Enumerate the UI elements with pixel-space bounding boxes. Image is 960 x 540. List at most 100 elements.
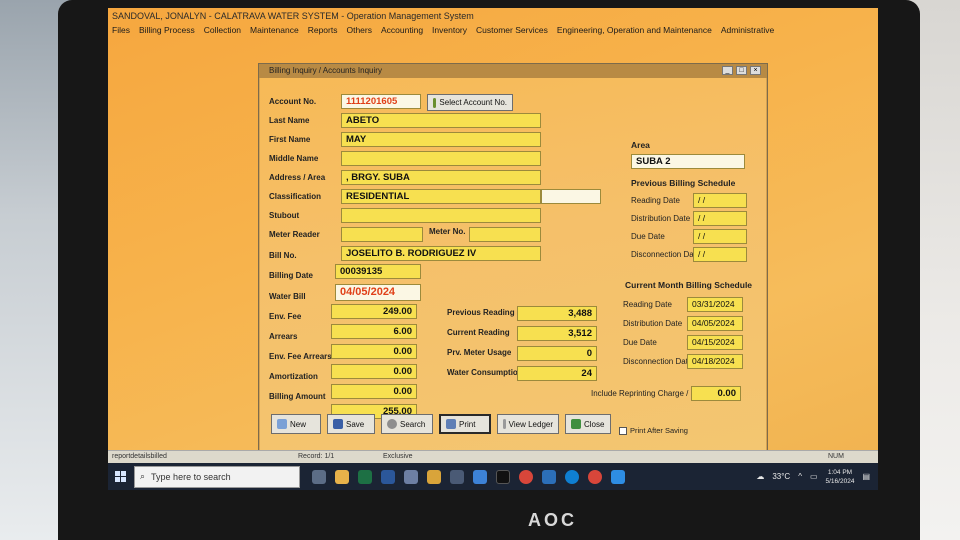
env-fee-arrears-field[interactable]: 0.00 [331,364,417,379]
monitor-logo: AOC [528,510,577,530]
prev-disconnection-date-field[interactable]: / / [693,247,747,262]
menu-reports[interactable]: Reports [308,25,338,41]
search-button[interactable]: Search [381,414,433,434]
previous-reading-field[interactable]: 3,488 [517,306,597,321]
menu-accounting[interactable]: Accounting [381,25,423,41]
clock[interactable]: 1:04 PM 5/16/2024 [826,468,855,486]
env-fee-label: Env. Fee [269,312,302,321]
prev-reading-date-field[interactable]: / / [693,193,747,208]
close-button[interactable]: Close [565,414,611,434]
cur-due-date-field[interactable]: 04/15/2024 [687,335,743,350]
view-ledger-button[interactable]: View Ledger [497,414,559,434]
cur-disconnection-date-field[interactable]: 04/18/2024 [687,354,743,369]
bill-no-field[interactable]: 00039135 [335,264,421,279]
last-name-field[interactable]: ABETO [341,113,541,128]
include-reprinting-label: Include Reprinting Charge / Fee [591,389,705,398]
current-schedule-heading: Current Month Billing Schedule [625,280,753,290]
menu-customer-services[interactable]: Customer Services [476,25,548,41]
folder-icon[interactable] [427,469,441,484]
save-button[interactable]: Save [327,414,375,434]
env-fee-field[interactable]: 6.00 [331,324,417,339]
app-blue-icon[interactable] [542,469,556,484]
prev-disconnection-date-label: Disconnection Date [631,250,701,259]
menu-files[interactable]: Files [112,25,130,41]
address-field[interactable]: , BRGY. SUBA [341,170,541,185]
start-button[interactable] [108,463,132,490]
edge-icon[interactable] [565,469,579,484]
menu-collection[interactable]: Collection [204,25,241,41]
prev-due-date-field[interactable]: / / [693,229,747,244]
chrome-icon[interactable] [519,469,533,484]
save-button-label: Save [346,419,365,429]
menu-billing-process[interactable]: Billing Process [139,25,195,41]
tray-chevron-icon[interactable]: ^ [798,472,802,481]
prev-distribution-date-field[interactable]: / / [693,211,747,226]
excel-icon[interactable] [358,469,372,484]
menu-inventory[interactable]: Inventory [432,25,467,41]
menu-others[interactable]: Others [346,25,372,41]
account-no-label: Account No. [269,97,317,106]
meter-no-field[interactable] [469,227,541,242]
taskbar-search[interactable]: ⌕ Type here to search [134,465,300,488]
prv-meter-usage-field[interactable]: 0 [517,346,597,361]
first-name-field[interactable]: MAY [341,132,541,147]
file-explorer-icon[interactable] [335,469,349,484]
calculator-icon[interactable] [450,469,464,484]
tiktok-icon[interactable] [496,469,510,484]
network-icon[interactable]: ▭ [810,472,818,481]
water-system-app-icon[interactable] [473,469,487,484]
reprinting-fee-field[interactable]: 0.00 [691,386,741,401]
cur-reading-date-label: Reading Date [623,300,672,309]
stubout-field[interactable] [341,208,541,223]
area-label: Area [631,140,650,150]
arrears-label: Arrears [269,332,298,341]
new-document-icon [277,419,287,429]
current-reading-label: Current Reading [447,328,510,337]
prv-meter-usage-label: Prv. Meter Usage [447,348,512,357]
meter-no-left-field[interactable] [341,227,423,242]
status-num: NUM [828,453,844,460]
print-button[interactable]: Print [439,414,491,434]
status-record: Record: 1/1 [298,453,335,460]
pen-app-icon[interactable] [611,469,625,484]
water-consumption-field[interactable]: 24 [517,366,597,381]
word-icon[interactable] [381,469,395,484]
water-bill-field[interactable]: 249.00 [331,304,417,319]
address-extra-field[interactable] [541,189,601,204]
select-account-button[interactable]: Select Account No. [427,94,513,111]
weather-icon: ☁ [756,472,765,481]
menu-maintenance[interactable]: Maintenance [250,25,299,41]
area-field[interactable]: SUBA 2 [631,154,745,169]
system-tray: ☁ 33°C ^ ▭ 1:04 PM 5/16/2024 ▤ [756,463,870,490]
stubout-label: Stubout [269,211,300,220]
menu-administrative[interactable]: Administrative [721,25,774,41]
print-after-saving-checkbox[interactable] [619,427,627,435]
task-view-icon[interactable] [312,469,326,484]
account-no-field[interactable]: 1111201605 [341,94,421,109]
cur-reading-date-field[interactable]: 03/31/2024 [687,297,743,312]
maximize-button[interactable]: □ [736,66,747,75]
chrome-profile-icon[interactable] [588,469,602,484]
current-reading-field[interactable]: 3,512 [517,326,597,341]
arrears-field[interactable]: 0.00 [331,344,417,359]
app-icon[interactable] [404,469,418,484]
middle-name-label: Middle Name [269,154,319,163]
amortization-field[interactable]: 0.00 [331,384,417,399]
new-button[interactable]: New [271,414,321,434]
taskbar: ⌕ Type here to search ☁ 33°C ^ ▭ 1:04 PM… [108,463,878,490]
menu-engineering[interactable]: Engineering, Operation and Maintenance [557,25,712,41]
cur-distribution-date-field[interactable]: 04/05/2024 [687,316,743,331]
meter-reader-field[interactable]: JOSELITO B. RODRIGUEZ IV [341,246,541,261]
last-name-label: Last Name [269,116,310,125]
middle-name-field[interactable] [341,151,541,166]
clock-time: 1:04 PM [827,468,853,476]
close-window-button[interactable]: × [750,66,761,75]
weather-temp[interactable]: 33°C [772,472,790,481]
minimize-button[interactable]: _ [722,66,733,75]
notification-icon[interactable]: ▤ [862,472,870,481]
billing-date-field[interactable]: 04/05/2024 [335,284,421,301]
print-after-saving-label: Print After Saving [630,426,688,435]
env-fee-arrears-label: Env. Fee Arrears [269,352,332,361]
printer-icon [446,419,456,429]
classification-field[interactable]: RESIDENTIAL [341,189,541,204]
